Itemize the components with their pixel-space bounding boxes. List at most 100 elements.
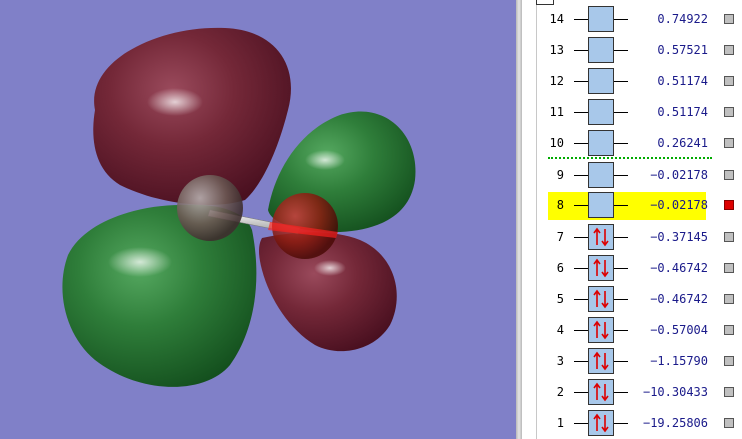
gray-square-icon[interactable] xyxy=(724,387,734,397)
orbital-number: 13 xyxy=(549,43,564,57)
orbital-energy: 0.74922 xyxy=(657,12,708,26)
orbital-row[interactable]: 8 −0.02178 xyxy=(548,192,734,220)
level-line-left xyxy=(574,81,588,82)
gray-square-icon[interactable] xyxy=(724,263,734,273)
empty-orbital-box[interactable] xyxy=(588,6,614,32)
empty-orbital-box[interactable] xyxy=(588,99,614,125)
orbital-row[interactable]: 11 0.51174 xyxy=(538,99,738,125)
gray-square-icon[interactable] xyxy=(724,45,734,55)
gray-square-icon[interactable] xyxy=(724,294,734,304)
orbital-row[interactable]: 2 −10.30433 xyxy=(538,379,738,405)
orbital-energy: −0.46742 xyxy=(650,292,708,306)
panel-border xyxy=(536,0,537,439)
level-line-left xyxy=(574,392,588,393)
carbon-atom xyxy=(177,175,243,241)
gray-square-icon[interactable] xyxy=(724,356,734,366)
orbital-row[interactable]: 14 0.74922 xyxy=(538,6,738,32)
orbital-number: 11 xyxy=(549,105,564,119)
occupied-orbital-box[interactable] xyxy=(588,410,614,436)
orbital-energy: 0.51174 xyxy=(657,74,708,88)
gray-square-icon[interactable] xyxy=(724,138,734,148)
level-line-left xyxy=(574,50,588,51)
orbital-box-clipped xyxy=(536,0,554,5)
orbital-row[interactable]: 6 −0.46742 xyxy=(538,255,738,281)
orbital-energy: 0.57521 xyxy=(657,43,708,57)
orbital-row[interactable]: 7 −0.37145 xyxy=(538,224,738,250)
gray-square-icon[interactable] xyxy=(724,14,734,24)
level-line-left xyxy=(574,175,588,176)
orbital-number: 14 xyxy=(549,12,564,26)
level-line-left xyxy=(574,19,588,20)
orbital-energy: 0.26241 xyxy=(657,136,708,150)
spin-pair-arrows-icon xyxy=(593,382,609,402)
level-line-left xyxy=(574,299,588,300)
molecule-viewer[interactable] xyxy=(0,0,516,439)
orbital-energy: −0.37145 xyxy=(650,230,708,244)
level-line-left xyxy=(574,205,588,206)
occupied-orbital-box[interactable] xyxy=(588,286,614,312)
orbital-energy: −19.25806 xyxy=(642,416,708,430)
orbital-number: 4 xyxy=(556,323,564,337)
orbital-row[interactable]: 5 −0.46742 xyxy=(538,286,738,312)
orbital-row[interactable]: 12 0.51174 xyxy=(538,68,738,94)
spin-pair-arrows-icon xyxy=(593,289,609,309)
empty-orbital-box[interactable] xyxy=(588,162,614,188)
occupied-orbital-box[interactable] xyxy=(588,317,614,343)
spin-pair-arrows-icon xyxy=(593,258,609,278)
level-line-left xyxy=(574,361,588,362)
gray-square-icon[interactable] xyxy=(724,170,734,180)
level-line-left xyxy=(574,330,588,331)
empty-orbital-box[interactable] xyxy=(588,37,614,63)
homo-lumo-divider xyxy=(548,157,712,159)
orbital-energy: −0.02178 xyxy=(650,198,708,212)
orbital-number: 6 xyxy=(556,261,564,275)
occupied-orbital-box[interactable] xyxy=(588,224,614,250)
empty-orbital-box[interactable] xyxy=(588,192,614,218)
orbital-energy: −0.57004 xyxy=(650,323,708,337)
level-line-left xyxy=(574,112,588,113)
orbital-energy: −0.46742 xyxy=(650,261,708,275)
orbital-number: 12 xyxy=(549,74,564,88)
orbital-energy: 0.51174 xyxy=(657,105,708,119)
gray-square-icon[interactable] xyxy=(724,107,734,117)
level-line-left xyxy=(574,268,588,269)
orbital-number: 5 xyxy=(556,292,564,306)
orbital-row[interactable]: 10 0.26241 xyxy=(538,130,738,156)
level-line-left xyxy=(574,143,588,144)
gray-square-icon[interactable] xyxy=(724,325,734,335)
empty-orbital-box[interactable] xyxy=(588,130,614,156)
orbital-energy-panel: 14 0.74922 13 0.57521 12 0.51174 11 0.51174 10 0.… xyxy=(522,0,742,439)
occupied-orbital-box[interactable] xyxy=(588,255,614,281)
level-line-left xyxy=(574,423,588,424)
orbital-row[interactable]: 4 −0.57004 xyxy=(538,317,738,343)
gray-square-icon[interactable] xyxy=(724,232,734,242)
orbital-energy: −0.02178 xyxy=(650,168,708,182)
level-line-left xyxy=(574,237,588,238)
gray-square-icon[interactable] xyxy=(724,76,734,86)
orbital-number: 7 xyxy=(556,230,564,244)
gray-square-icon[interactable] xyxy=(724,418,734,428)
orbital-number: 9 xyxy=(556,168,564,182)
orbital-energy: −10.30433 xyxy=(642,385,708,399)
negative-lobe-upper xyxy=(93,27,291,206)
red-square-icon[interactable] xyxy=(724,200,734,210)
occupied-orbital-box[interactable] xyxy=(588,348,614,374)
orbital-number: 2 xyxy=(556,385,564,399)
orbital-row[interactable]: 1 −19.25806 xyxy=(538,410,738,436)
spin-pair-arrows-icon xyxy=(593,320,609,340)
empty-orbital-box[interactable] xyxy=(588,68,614,94)
orbital-row[interactable]: 9 −0.02178 xyxy=(538,162,738,188)
orbital-number: 8 xyxy=(556,198,564,212)
spin-pair-arrows-icon xyxy=(593,413,609,433)
orbital-number: 1 xyxy=(556,416,564,430)
negative-lobe-lower-right xyxy=(259,232,397,352)
orbital-number: 3 xyxy=(556,354,564,368)
occupied-orbital-box[interactable] xyxy=(588,379,614,405)
orbital-row[interactable]: 3 −1.15790 xyxy=(538,348,738,374)
orbital-isosurface-render xyxy=(62,27,416,387)
spin-pair-arrows-icon xyxy=(593,351,609,371)
spin-pair-arrows-icon xyxy=(593,227,609,247)
orbital-number: 10 xyxy=(549,136,564,150)
orbital-energy: −1.15790 xyxy=(650,354,708,368)
orbital-row[interactable]: 13 0.57521 xyxy=(538,37,738,63)
